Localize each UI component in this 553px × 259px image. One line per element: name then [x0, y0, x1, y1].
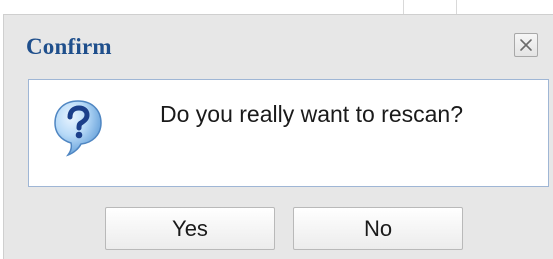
background-divider: [456, 0, 457, 14]
close-button[interactable]: [514, 33, 538, 57]
yes-button[interactable]: Yes: [105, 207, 275, 250]
dialog-message: Do you really want to rescan?: [160, 101, 463, 127]
question-icon: [54, 100, 102, 157]
confirm-dialog: Confirm Do you really want to rescan? Ye…: [3, 14, 553, 259]
background-divider: [403, 0, 404, 14]
dialog-title: Confirm: [26, 34, 112, 59]
screen: Confirm Do you really want to rescan? Ye…: [0, 0, 553, 259]
dialog-body: Do you really want to rescan?: [28, 79, 549, 187]
close-icon: [520, 39, 532, 51]
no-button[interactable]: No: [293, 207, 463, 250]
